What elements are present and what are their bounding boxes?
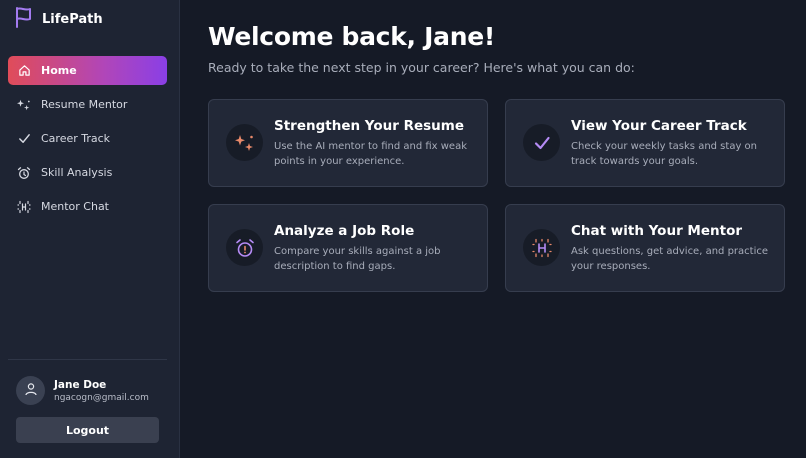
user-name: Jane Doe bbox=[54, 378, 107, 391]
card-title: Strengthen Your Resume bbox=[274, 118, 464, 134]
alarm-icon bbox=[17, 166, 31, 180]
brand-name: LifePath bbox=[42, 11, 103, 27]
chat-icon bbox=[523, 229, 560, 266]
sidebar-item-mentor-chat[interactable]: Mentor Chat bbox=[8, 192, 167, 221]
sidebar: LifePath Home Resume Mentor Career Track… bbox=[0, 0, 180, 458]
card-title: View Your Career Track bbox=[571, 118, 747, 134]
flag-icon bbox=[14, 6, 34, 32]
user-icon bbox=[24, 381, 38, 400]
card-view-career-track[interactable]: View Your Career Track Check your weekly… bbox=[505, 99, 785, 187]
avatar bbox=[16, 376, 45, 405]
card-strengthen-resume[interactable]: Strengthen Your Resume Use the AI mentor… bbox=[208, 99, 488, 187]
home-icon bbox=[17, 64, 31, 78]
card-chat-with-mentor[interactable]: Chat with Your Mentor Ask questions, get… bbox=[505, 204, 785, 292]
page-subtitle: Ready to take the next step in your care… bbox=[208, 60, 635, 75]
action-cards: Strengthen Your Resume Use the AI mentor… bbox=[208, 99, 806, 292]
card-description: Use the AI mentor to find and fix weak p… bbox=[274, 141, 467, 167]
sidebar-item-label: Mentor Chat bbox=[41, 200, 109, 213]
main-content: Welcome back, Jane! Ready to take the ne… bbox=[180, 0, 806, 458]
card-description: Check your weekly tasks and stay on trac… bbox=[571, 141, 757, 167]
user-profile[interactable]: Jane Doe ngacogn@gmail.com bbox=[8, 376, 167, 405]
check-icon bbox=[17, 132, 31, 146]
page-title: Welcome back, Jane! bbox=[208, 22, 495, 51]
sparkles-icon bbox=[226, 124, 263, 161]
card-title: Analyze a Job Role bbox=[274, 223, 415, 239]
check-icon bbox=[523, 124, 560, 161]
chat-icon bbox=[17, 200, 31, 214]
sidebar-item-label: Skill Analysis bbox=[41, 166, 113, 179]
sidebar-item-skill-analysis[interactable]: Skill Analysis bbox=[8, 158, 167, 187]
card-description: Ask questions, get advice, and practice … bbox=[571, 246, 768, 272]
sidebar-item-home[interactable]: Home bbox=[8, 56, 167, 85]
sidebar-item-label: Career Track bbox=[41, 132, 111, 145]
brand[interactable]: LifePath bbox=[8, 2, 167, 36]
sidebar-item-label: Resume Mentor bbox=[41, 98, 128, 111]
sidebar-item-career-track[interactable]: Career Track bbox=[8, 124, 167, 153]
sidebar-item-resume-mentor[interactable]: Resume Mentor bbox=[8, 90, 167, 119]
sidebar-nav: Home Resume Mentor Career Track Skill An… bbox=[8, 56, 167, 221]
sparkles-icon bbox=[17, 98, 31, 112]
sidebar-item-label: Home bbox=[41, 64, 77, 77]
logout-button[interactable]: Logout bbox=[16, 417, 159, 443]
alarm-icon bbox=[226, 229, 263, 266]
sidebar-footer: Jane Doe ngacogn@gmail.com Logout bbox=[8, 359, 167, 458]
user-email: ngacogn@gmail.com bbox=[54, 392, 149, 403]
card-analyze-job-role[interactable]: Analyze a Job Role Compare your skills a… bbox=[208, 204, 488, 292]
card-description: Compare your skills against a job descri… bbox=[274, 246, 441, 272]
card-title: Chat with Your Mentor bbox=[571, 223, 743, 239]
